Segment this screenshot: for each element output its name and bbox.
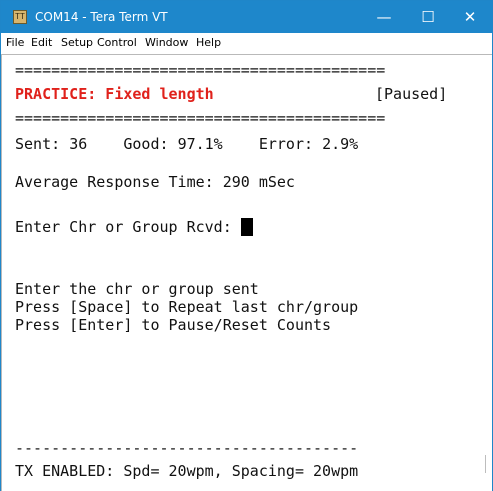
status-label: [Paused] bbox=[375, 85, 448, 103]
sent-count: 36 bbox=[69, 135, 88, 153]
input-prompt: Enter Chr or Group Rcvd: bbox=[15, 218, 232, 236]
instruction-line-2: Press [Space] to Repeat last chr/group bbox=[15, 298, 359, 316]
error-label: Error: bbox=[258, 135, 314, 153]
tx-status: TX ENABLED: Spd= 20wpm, Spacing= 20wpm bbox=[15, 462, 359, 480]
scrollbar-caret[interactable] bbox=[485, 455, 486, 473]
maximize-icon[interactable]: ☐ bbox=[406, 1, 450, 33]
menu-bar: File Edit Setup Control Window Help bbox=[1, 33, 492, 53]
menu-help[interactable]: Help bbox=[196, 35, 221, 51]
mode-label: PRACTICE: Fixed length bbox=[15, 85, 214, 103]
response-label: Average Response Time: bbox=[15, 173, 214, 191]
menu-window[interactable]: Window bbox=[145, 35, 188, 51]
title-bar[interactable]: TT COM14 - Tera Term VT — ☐ ✕ bbox=[1, 1, 492, 33]
menu-edit[interactable]: Edit bbox=[31, 35, 52, 51]
menu-control[interactable]: Control bbox=[97, 35, 137, 51]
response-line: Average Response Time: 290 mSec bbox=[15, 173, 295, 191]
close-icon[interactable]: ✕ bbox=[448, 1, 492, 33]
text-cursor bbox=[240, 218, 253, 236]
minimize-icon[interactable]: — bbox=[362, 1, 406, 33]
terminal-screen[interactable]: ========================================… bbox=[1, 54, 492, 491]
top-separator: ========================================… bbox=[15, 61, 386, 79]
instruction-line-3: Press [Enter] to Pause/Reset Counts bbox=[15, 316, 332, 334]
stats-line: Sent: 36 Good: 97.1% Error: 2.9% bbox=[15, 135, 358, 153]
menu-setup[interactable]: Setup bbox=[61, 35, 93, 51]
error-percent: 2.9% bbox=[322, 135, 359, 153]
window-title: COM14 - Tera Term VT bbox=[35, 10, 168, 24]
instruction-line-1: Enter the chr or group sent bbox=[15, 280, 259, 298]
terminal-window: TT COM14 - Tera Term VT — ☐ ✕ File Edit … bbox=[0, 0, 493, 491]
teraterm-app-icon[interactable]: TT bbox=[13, 10, 27, 24]
good-percent: 97.1% bbox=[177, 135, 223, 153]
mid-separator: ========================================… bbox=[15, 109, 386, 127]
sent-label: Sent: bbox=[15, 135, 61, 153]
input-prompt-line[interactable]: Enter Chr or Group Rcvd: bbox=[15, 218, 253, 236]
menu-file[interactable]: File bbox=[6, 35, 24, 51]
response-value: 290 mSec bbox=[222, 173, 295, 191]
bottom-separator: -------------------------------------- bbox=[15, 439, 359, 457]
good-label: Good: bbox=[123, 135, 169, 153]
app-icon-label: TT bbox=[15, 12, 25, 21]
